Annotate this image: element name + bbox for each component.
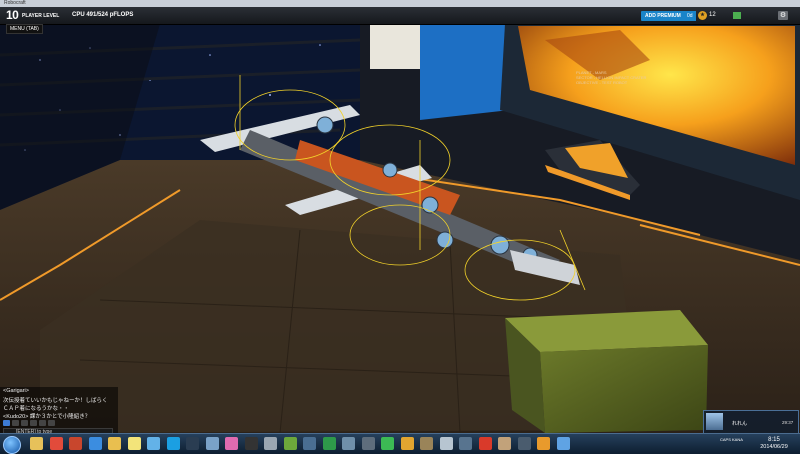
- explorer-icon[interactable]: [30, 437, 43, 450]
- mission-objective: OBJECTIVE - TEST ROBOT: [576, 80, 628, 85]
- settings-icon[interactable]: ⚙: [778, 11, 788, 20]
- avatar: [706, 413, 723, 430]
- utility-icon[interactable]: [205, 437, 219, 450]
- chat-tab[interactable]: [12, 420, 19, 426]
- terminal-icon[interactable]: [244, 437, 258, 450]
- camera-icon[interactable]: [459, 437, 472, 450]
- chat-line: 次伝授着ていいかもじゃねーか！しばらく: [3, 398, 108, 404]
- folder-icon[interactable]: [108, 437, 121, 450]
- chat-tab[interactable]: [30, 420, 37, 426]
- game-icon[interactable]: [517, 437, 531, 450]
- notification-name: れれん: [732, 421, 748, 427]
- robot-points-icon: ★: [698, 11, 707, 20]
- robot-points-value: 12: [709, 12, 716, 18]
- windows-taskbar: [0, 433, 800, 454]
- currency-icon: [733, 12, 741, 19]
- chat-channel-tabs: [3, 420, 63, 427]
- chrome-icon[interactable]: [49, 437, 63, 450]
- lips-icon[interactable]: [225, 437, 238, 450]
- player-level-number: 10: [6, 8, 19, 22]
- mission-info: PLANET - MARS SECTOR - HELLION IMPACT CR…: [576, 70, 646, 85]
- tray-clock-time[interactable]: 8:15: [754, 437, 794, 443]
- start-button[interactable]: [3, 436, 21, 454]
- chat-tab[interactable]: [3, 420, 10, 426]
- tray-ime-status[interactable]: CAPS KANA: [720, 437, 743, 443]
- green-cube-block[interactable]: [505, 310, 708, 433]
- chat-tab[interactable]: [48, 420, 55, 426]
- menu-button[interactable]: MENU (TAB): [6, 24, 43, 34]
- dictionary-icon[interactable]: [498, 437, 511, 450]
- circle-tool-icon[interactable]: [361, 437, 375, 450]
- chat-line: <Kudo20> 課か３かとで小隆紹き？: [3, 414, 91, 420]
- green-app-icon[interactable]: [381, 437, 394, 450]
- media-player-icon[interactable]: [88, 437, 102, 450]
- window-title-bar[interactable]: Robocraft: [0, 0, 800, 7]
- tray-clock-date[interactable]: 2014/06/29: [749, 444, 799, 450]
- smartphone-icon[interactable]: [439, 437, 453, 450]
- chat-line: <Garigari>: [3, 388, 29, 394]
- cpu-usage-label: CPU 491/524 pFLOPS: [72, 12, 134, 18]
- calculator-icon[interactable]: [264, 437, 277, 450]
- skype-icon[interactable]: [166, 437, 180, 450]
- chat-tab[interactable]: [39, 420, 46, 426]
- notes-icon[interactable]: [127, 437, 141, 450]
- white-panel: [370, 24, 420, 69]
- record-icon[interactable]: [478, 437, 492, 450]
- player-level-label: PLAYER LEVEL: [22, 13, 60, 19]
- network-icon[interactable]: [147, 437, 160, 450]
- steam-icon[interactable]: [186, 437, 199, 450]
- photo-icon[interactable]: [420, 437, 433, 450]
- game-viewport[interactable]: [0, 0, 800, 453]
- premium-days: 0d: [684, 11, 696, 21]
- chat-icon[interactable]: [556, 437, 570, 450]
- video-icon[interactable]: [400, 437, 414, 450]
- add-premium-button[interactable]: ADD PREMIUM: [641, 11, 685, 21]
- chat-tab[interactable]: [21, 420, 28, 426]
- mail-icon[interactable]: [69, 437, 82, 450]
- chat-line: ＣＡＰ着になるうかな・・: [3, 406, 70, 412]
- friend-notification[interactable]: れれん 29:37: [703, 410, 799, 434]
- monitor-icon[interactable]: [322, 437, 336, 450]
- notification-time: 29:37: [782, 420, 794, 425]
- tools-icon[interactable]: [342, 437, 355, 450]
- minecraft-icon[interactable]: [283, 437, 297, 450]
- gear-icon[interactable]: [303, 437, 316, 450]
- robocraft-icon[interactable]: [537, 437, 550, 450]
